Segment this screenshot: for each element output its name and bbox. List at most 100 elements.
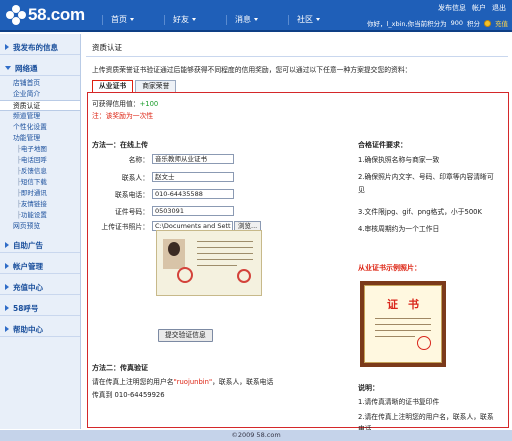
tab-merchant-honor[interactable]: 商家荣誉	[135, 80, 177, 92]
sidebar-section-label: 我发布的信息	[13, 42, 58, 52]
cert-number-field[interactable]: 0503091	[152, 205, 234, 216]
nav-friends-label: 好友	[173, 15, 189, 24]
main-content: 资质认证 上传资质荣誉证书验证通过后能够获得不同程度的信用奖励，您可以通过以下任…	[82, 34, 512, 433]
notes-title: 说明：	[358, 384, 379, 392]
upload-label: 上传证书照片：	[101, 222, 149, 231]
sidebar-item-qualification[interactable]: 资质认证	[0, 100, 80, 111]
method1-title: 方法一：在线上传	[92, 141, 148, 149]
credit-value: +100	[139, 100, 159, 108]
sidebar-section-wangluotong[interactable]: 网络通	[0, 61, 80, 76]
account-link[interactable]: 帐户	[472, 3, 486, 13]
phone-label: 联系电话：	[115, 190, 149, 199]
sidebar-section-label: 帮助中心	[13, 324, 43, 334]
title-divider	[86, 56, 508, 57]
method2-title: 方法二：传真验证	[92, 364, 148, 372]
chevron-down-icon	[316, 18, 320, 21]
sidebar-section-account[interactable]: 帐户管理	[0, 259, 80, 274]
flower-logo-icon	[6, 5, 26, 25]
name-field[interactable]: 音乐教师从业证书	[152, 153, 234, 164]
sidebar-item-preview[interactable]: 网页预览	[0, 221, 80, 232]
recharge-link[interactable]: 充值	[495, 18, 508, 28]
portrait-photo	[163, 239, 185, 269]
logout-link[interactable]: 退出	[492, 3, 506, 13]
sidebar-item-company-intro[interactable]: 企业简介	[0, 89, 80, 100]
notice-text: 注：该奖励为一次性	[92, 112, 154, 120]
note-item: 1.请传真清晰的证书复印件	[358, 398, 440, 406]
triangle-down-icon	[5, 66, 11, 70]
sidebar-item-channel-management[interactable]: 频道管理	[0, 111, 80, 122]
chevron-down-icon	[192, 18, 196, 21]
nav-community[interactable]: 社区	[288, 14, 350, 25]
triangle-right-icon	[5, 263, 9, 269]
sidebar-subitem-callback[interactable]: 电话回呼	[0, 155, 80, 166]
contact-field[interactable]: 赵文士	[152, 171, 234, 182]
sidebar-section-recharge[interactable]: 充值中心	[0, 280, 80, 295]
tab-practice-cert[interactable]: 从业证书	[92, 80, 134, 92]
method2-suffix: ，联系人，联系电话	[212, 378, 274, 386]
form-row-name: 名称： 音乐教师从业证书	[92, 153, 234, 164]
footer: ©2009 58.com	[0, 430, 512, 441]
sidebar-section-label: 帐户管理	[13, 261, 43, 271]
user-bar: 你好，l_xbin,你当前积分为 900 积分 充值	[367, 18, 508, 28]
nav-home[interactable]: 首页	[102, 14, 164, 25]
sidebar-subitem-im[interactable]: 即时通讯	[0, 188, 80, 199]
top-links: 发布信息 帐户 退出	[438, 3, 506, 13]
tab-panel: 可获得信用值：+100 注：该奖励为一次性 方法一：在线上传 名称： 音乐教师从…	[87, 92, 509, 433]
fax-number-line: 传真到 010-64459926	[92, 391, 165, 399]
form-row-cert-number: 证件号码： 0503091	[92, 205, 234, 216]
nav-home-label: 首页	[111, 15, 127, 24]
sidebar-item-shop-home[interactable]: 店铺首页	[0, 78, 80, 89]
sidebar-item-personalization[interactable]: 个性化设置	[0, 122, 80, 133]
sidebar-section-58call[interactable]: 58呼号	[0, 301, 80, 316]
sample-cert-heading: 证书	[387, 298, 429, 311]
requirement-item: 3.文件限jpg、gif、png格式，小于500K	[358, 208, 482, 216]
page-title: 资质认证	[92, 43, 122, 52]
credit-line: 可获得信用值：+100	[92, 98, 158, 108]
points-unit: 积分	[467, 20, 480, 28]
main-nav: 首页 好友 消息 社区	[102, 14, 350, 25]
sample-cert-image: 证书	[360, 281, 446, 367]
triangle-right-icon	[5, 284, 9, 290]
triangle-right-icon	[5, 242, 9, 248]
nav-messages-label: 消息	[235, 15, 251, 24]
stamp-seal	[237, 269, 251, 283]
triangle-right-icon	[5, 44, 9, 50]
browse-button[interactable]: 浏览...	[234, 220, 262, 231]
site-logo[interactable]: 58.com	[6, 4, 85, 26]
sidebar-section-help[interactable]: 帮助中心	[0, 322, 80, 337]
sidebar-subitem-feedback[interactable]: 反馈信息	[0, 166, 80, 177]
coin-icon	[484, 19, 491, 27]
cert-number-label: 证件号码：	[115, 207, 149, 216]
top-header: 58.com 首页 好友 消息 社区 发布信息 帐户 退出 你好，l_xbin,…	[0, 0, 512, 32]
phone-field[interactable]: 010-64435588	[152, 188, 234, 199]
contact-label: 联系人：	[121, 173, 149, 182]
requirement-item: 1.确保执照名称与商家一致	[358, 156, 440, 164]
nav-friends[interactable]: 好友	[164, 14, 226, 25]
method2-username: "ruojunbin"	[173, 378, 213, 386]
file-path-field[interactable]: C:\Documents and Sett	[152, 220, 233, 231]
triangle-right-icon	[5, 326, 9, 332]
logo-text: 58.com	[28, 5, 85, 24]
greeting-text: 你好，l_xbin,你当前积分为	[367, 20, 447, 28]
sidebar-subitem-settings[interactable]: 功能设置	[0, 210, 80, 221]
chevron-down-icon	[254, 18, 258, 21]
post-info-link[interactable]: 发布信息	[438, 3, 466, 13]
submit-verification-button[interactable]: 提交验证信息	[158, 329, 213, 342]
sidebar-section-label: 网络通	[15, 63, 38, 73]
stamp-seal	[177, 267, 193, 283]
sidebar-subitem-sms[interactable]: 短信下载	[0, 177, 80, 188]
credit-label: 可获得信用值：	[92, 100, 140, 108]
tab-bar: 从业证书 商家荣誉	[92, 80, 178, 92]
sidebar-section-ads[interactable]: 自助广告	[0, 238, 80, 253]
sample-title: 从业证书示例照片：	[358, 264, 421, 272]
sidebar-section-my-posts[interactable]: 我发布的信息	[0, 40, 80, 55]
sidebar-item-function-management[interactable]: 功能管理	[0, 133, 80, 144]
sidebar-subitem-map[interactable]: 电子地图	[0, 144, 80, 155]
sidebar-section-label: 58呼号	[13, 303, 39, 313]
nav-messages[interactable]: 消息	[226, 14, 288, 25]
points-value: 900	[450, 19, 463, 27]
name-label: 名称：	[128, 155, 149, 164]
sidebar-subitem-links[interactable]: 友情链接	[0, 199, 80, 210]
chevron-down-icon	[130, 18, 134, 21]
form-row-phone: 联系电话： 010-64435588	[92, 188, 234, 199]
